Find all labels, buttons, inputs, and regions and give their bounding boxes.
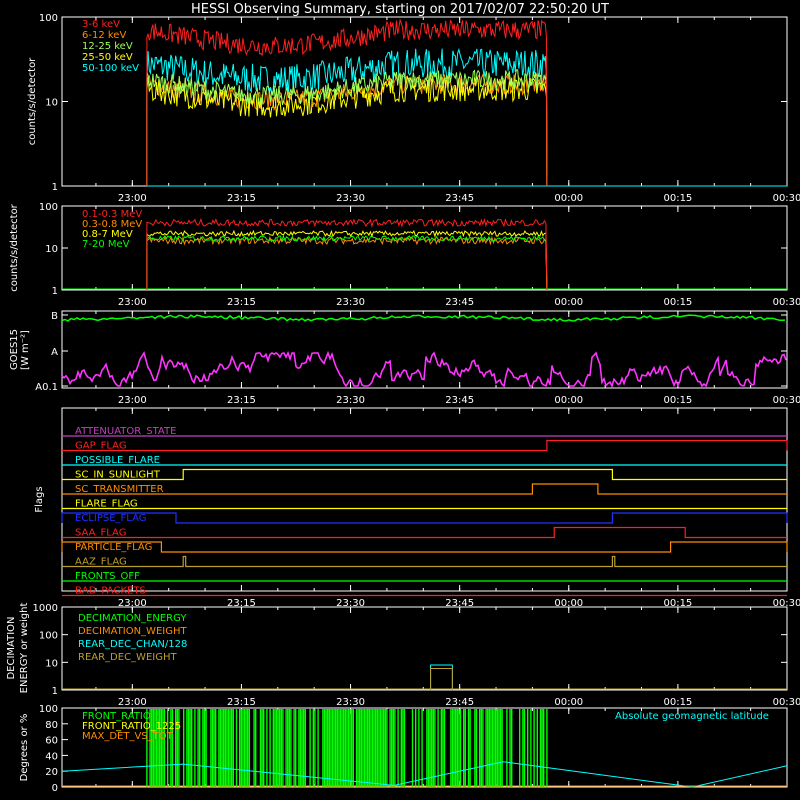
flag-label: GAP_FLAG — [75, 441, 127, 452]
legend-entry: MAX_DET_VS_TOT — [82, 731, 174, 742]
y-tick-label: 10 — [45, 658, 58, 669]
y-tick-label: 100 — [39, 202, 58, 213]
x-tick-label: 23:15 — [227, 395, 256, 406]
x-tick-label: 23:30 — [336, 697, 365, 708]
series-line-rear_dec_weight — [430, 667, 453, 690]
y-tick-label: 100 — [39, 631, 58, 642]
series-line-goes-long — [61, 314, 786, 322]
x-tick-label: 23:30 — [336, 193, 365, 204]
flag-label: POSSIBLE_FLARE — [75, 455, 160, 466]
y-tick-label: 1000 — [33, 603, 58, 614]
x-tick-label: 00:00 — [554, 193, 583, 204]
x-tick-label: 23:45 — [445, 395, 474, 406]
series-line-6-12-kev — [146, 72, 548, 187]
x-tick-label: 23:00 — [118, 697, 147, 708]
x-tick-label: 23:00 — [118, 297, 147, 308]
x-tick-label: 23:15 — [227, 697, 256, 708]
x-tick-label: 23:30 — [336, 395, 365, 406]
x-tick-label: 23:45 — [445, 297, 474, 308]
y-axis-label: counts/s/detector — [27, 57, 38, 145]
x-tick-label: 00:15 — [663, 193, 692, 204]
flag-label: BAD_PACKETS — [75, 586, 146, 597]
legend-entry: 6-12 keV — [82, 30, 126, 41]
series-line-50-100-kev — [146, 47, 548, 187]
x-tick-label: 00:15 — [663, 297, 692, 308]
x-tick-label: 00:00 — [554, 395, 583, 406]
legend-entry: 7-20 MeV — [82, 239, 130, 250]
y-tick-label: 20 — [45, 767, 58, 778]
flag-label: FRONTS_OFF — [75, 571, 140, 582]
x-tick-label: 23:30 — [336, 297, 365, 308]
x-tick-label: 00:30 — [773, 697, 800, 708]
y-tick-label: 100 — [39, 13, 58, 24]
flag-label: SC_TRANSMITTER — [75, 484, 164, 495]
y-tick-label: B — [51, 311, 58, 322]
legend-entry: REAR_DEC_CHAN/128 — [78, 639, 187, 650]
x-tick-label: 00:30 — [773, 395, 800, 406]
series-line-0-3-0-8-mev — [146, 235, 548, 291]
series-line-goes-short — [61, 350, 787, 389]
flag-label: PARTICLE_FLAG — [75, 542, 152, 553]
x-tick-label: 23:00 — [118, 193, 147, 204]
flag-line — [62, 526, 787, 539]
flag-line — [62, 555, 787, 568]
y-axis-unit: [W m⁻²] — [20, 330, 31, 370]
y-tick-label: 1 — [52, 686, 58, 697]
flag-label: ECLIPSE_FLAG — [75, 513, 146, 524]
flag-label: AAZ_FLAG — [75, 557, 127, 568]
y-axis-label: counts/s/detector — [9, 203, 20, 291]
y-axis-label: Degrees or % — [19, 714, 30, 782]
y-axis-label: GOES15 — [9, 329, 20, 370]
flag-line — [61, 541, 788, 553]
y-axis-label: ENERGY or weight — [19, 603, 30, 694]
series-line-0-1-0-3-mev — [146, 217, 548, 291]
series-line-7-20-mev — [146, 234, 548, 291]
y-axis-label: Flags — [34, 486, 45, 512]
y-tick-label: 1 — [52, 182, 58, 193]
y-tick-label: 100 — [39, 704, 58, 715]
y-tick-label: 80 — [45, 720, 58, 731]
y-tick-label: 40 — [45, 751, 58, 762]
flag-line — [61, 512, 788, 524]
legend-entry: REAR_DEC_WEIGHT — [78, 652, 177, 663]
y-tick-label: 60 — [45, 736, 58, 747]
y-tick-label: 10 — [45, 98, 58, 109]
x-tick-label: 00:00 — [554, 697, 583, 708]
flag-label: FLARE_FLAG — [75, 499, 138, 510]
x-tick-label: 23:45 — [445, 193, 474, 204]
legend-entry: 50-100 keV — [82, 63, 139, 74]
flag-line — [62, 468, 787, 481]
flag-label: SC_IN_SUNLIGHT — [75, 470, 161, 481]
legend-entry: 25-50 keV — [82, 52, 133, 63]
x-tick-label: 00:00 — [554, 297, 583, 308]
y-axis-label: DECIMATION — [6, 616, 17, 679]
flag-label: SAA_FLAG — [75, 528, 126, 539]
legend-entry: DECIMATION_WEIGHT — [78, 626, 187, 637]
x-tick-label: 00:15 — [663, 395, 692, 406]
y-tick-label: 10 — [45, 244, 58, 255]
x-tick-label: 00:15 — [663, 697, 692, 708]
x-tick-label: 00:30 — [773, 297, 800, 308]
high_energy-frame — [61, 205, 788, 291]
flag-line — [62, 483, 787, 495]
legend-entry: 12-25 keV — [82, 41, 133, 52]
hessi-summary-plot: HESSI Observing Summary, starting on 201… — [6, 2, 800, 794]
chart-title: HESSI Observing Summary, starting on 201… — [191, 2, 609, 17]
x-tick-label: 23:45 — [445, 697, 474, 708]
x-tick-label: 23:15 — [227, 193, 256, 204]
legend-entry: 3-6 keV — [82, 19, 120, 30]
legend-entry: DECIMATION_ENERGY — [78, 613, 187, 624]
x-tick-label: 23:00 — [118, 395, 147, 406]
annotation-label: Absolute geomagnetic latitude — [615, 711, 769, 722]
flag-line — [62, 439, 788, 452]
y-tick-label: A0.1 — [35, 382, 58, 393]
y-tick-label: 1 — [52, 286, 58, 297]
y-tick-label: 0 — [52, 783, 58, 794]
y-tick-label: A — [51, 347, 58, 358]
flag-label: ATTENUATOR_STATE — [75, 426, 176, 437]
x-tick-label: 23:15 — [227, 297, 256, 308]
x-tick-label: 00:30 — [773, 193, 800, 204]
